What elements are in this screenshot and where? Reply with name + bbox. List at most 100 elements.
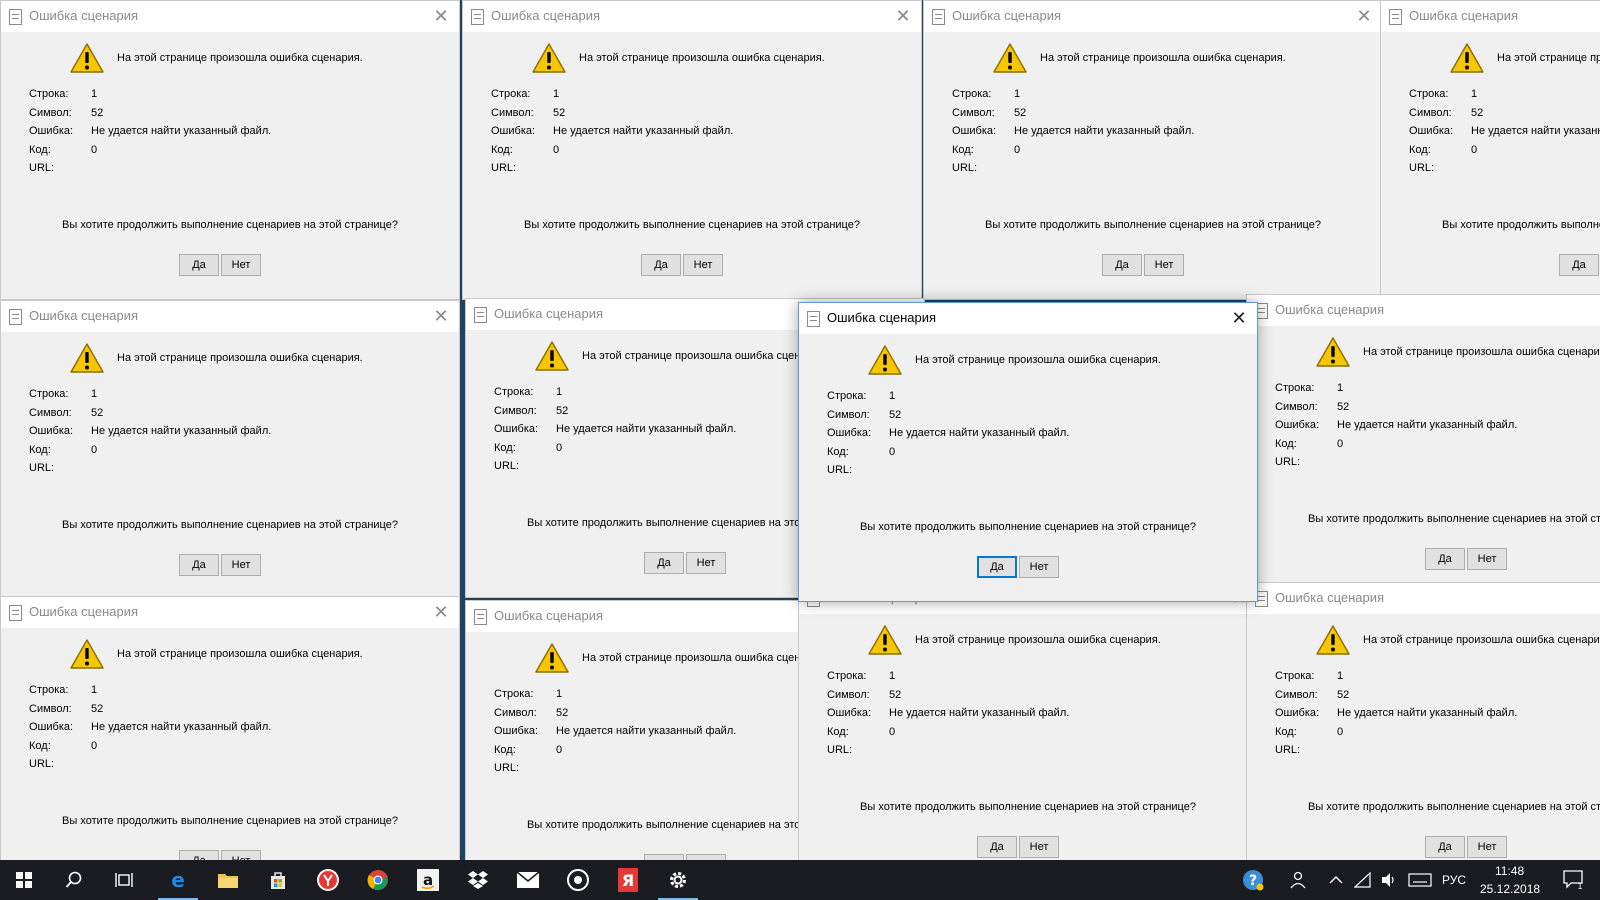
clock-date[interactable]: 25.12.2018 (1480, 882, 1540, 896)
warning-icon (69, 638, 105, 670)
field-label-url: URL: (827, 744, 853, 756)
script-error-dialog[interactable]: Ошибка сценария✕На этой странице произош… (0, 300, 460, 600)
script-error-dialog[interactable]: Ошибка сценария✕ На этой странице произош… (1380, 0, 1600, 300)
script-error-dialog[interactable]: Ошибка сценария✕На этой странице произош… (1246, 582, 1600, 860)
svg-text:Я: Я (622, 871, 634, 890)
script-error-dialog[interactable]: Ошибка сценария✕На этой странице произош… (798, 582, 1258, 860)
field-label-error: Ошибка: (491, 125, 536, 137)
script-error-dialog-active[interactable]: Ошибка сценария ✕ На этой странице произош… (798, 302, 1258, 602)
field-value-error: Не удается найти указанный файл. (1337, 419, 1518, 431)
dialog-titlebar[interactable]: Ошибка сценария✕ (1247, 295, 1600, 326)
field-value-char: 52 (91, 702, 104, 715)
yes-button[interactable]: Да (641, 254, 681, 276)
no-button[interactable]: Нет (1467, 548, 1507, 570)
yes-button[interactable]: Да (179, 850, 219, 860)
yes-button[interactable]: Да (1425, 548, 1465, 570)
yes-button[interactable]: Да (644, 552, 684, 574)
dialog-titlebar[interactable]: Ошибка сценария✕ (1, 597, 459, 628)
continue-question: Вы хотите продолжить выполнение сценарие… (1442, 219, 1600, 231)
chevron-up-icon[interactable] (1322, 860, 1350, 900)
help-tray-icon[interactable]: ? (1236, 860, 1270, 900)
people-tray-icon[interactable] (1282, 860, 1316, 900)
dropbox-icon[interactable] (454, 860, 502, 900)
field-label-char: Символ: (29, 406, 72, 419)
svg-text:a: a (423, 871, 433, 889)
field-label-url: URL: (1409, 162, 1435, 174)
no-button[interactable]: Нет (221, 254, 261, 276)
yes-button[interactable]: Да (1559, 254, 1599, 276)
error-headline: На этой странице произошла ошибка сценар… (1497, 52, 1600, 64)
warning-icon (534, 340, 570, 372)
no-button[interactable]: Нет (1467, 836, 1507, 858)
yes-button[interactable]: Да (179, 254, 219, 276)
close-button[interactable]: ✕ (427, 599, 455, 625)
field-value-line: 1 (889, 670, 896, 682)
script-error-dialog[interactable]: Ошибка сценария✕ На этой странице произош… (0, 596, 460, 860)
yes-button[interactable]: Да (977, 556, 1017, 578)
no-button[interactable]: Нет (1019, 836, 1059, 858)
field-label-url: URL: (491, 162, 517, 174)
continue-question: Вы хотите продолжить выполнение сценарие… (985, 219, 1321, 231)
field-label-code: Код: (1275, 437, 1297, 450)
dialog-titlebar[interactable]: Ошибка сценария✕ (1381, 1, 1600, 32)
edge-icon[interactable]: e (154, 860, 202, 900)
dialog-titlebar[interactable]: Ошибка сценария✕ (1247, 583, 1600, 614)
network-tray-icon[interactable] (1350, 860, 1376, 900)
dialog-titlebar[interactable]: Ошибка сценария✕ (1, 301, 459, 332)
close-button[interactable]: ✕ (1225, 305, 1253, 331)
script-error-dialog[interactable]: Ошибка сценария✕На этой странице произош… (462, 0, 922, 300)
yandex-icon[interactable]: Я (604, 860, 652, 900)
field-label-url: URL: (1275, 744, 1301, 756)
field-value-line: 1 (889, 390, 896, 402)
dialog-titlebar[interactable]: Ошибка сценария✕ (799, 303, 1257, 334)
volume-tray-icon[interactable] (1376, 860, 1402, 900)
yes-button[interactable]: Да (1102, 254, 1142, 276)
no-button[interactable]: Нет (221, 554, 261, 576)
store-icon[interactable] (254, 860, 302, 900)
close-button[interactable]: ✕ (427, 3, 455, 29)
no-button[interactable]: Нет (221, 850, 261, 860)
dialog-titlebar[interactable]: Ошибка сценария✕ (1, 1, 459, 32)
amazon-icon[interactable]: a (404, 860, 452, 900)
settings-icon[interactable] (654, 860, 702, 900)
field-label-line: Строка: (491, 88, 531, 100)
field-value-line: 1 (91, 388, 98, 400)
notification-center-icon[interactable]: 1 (1556, 860, 1592, 900)
yandex-browser-icon[interactable] (304, 860, 352, 900)
no-button[interactable]: Нет (1019, 556, 1059, 578)
yes-button[interactable]: Да (1425, 836, 1465, 858)
dialog-titlebar[interactable]: Ошибка сценария✕ (463, 1, 921, 32)
warning-icon (531, 42, 567, 74)
document-icon (932, 9, 945, 25)
field-value-char: 52 (553, 106, 566, 119)
field-label-error: Ошибка: (827, 707, 872, 719)
language-indicator[interactable]: РУС (1442, 873, 1466, 887)
close-button[interactable]: ✕ (427, 303, 455, 329)
field-value-line: 1 (1014, 88, 1021, 100)
error-headline: На этой странице произошла ошибка сценар… (117, 648, 363, 660)
yes-button[interactable]: Да (977, 836, 1017, 858)
no-button[interactable]: Нет (686, 552, 726, 574)
script-error-dialog[interactable]: Ошибка сценария✕На этой странице произош… (923, 0, 1383, 300)
field-value-error: Не удается найти указанный файл. (556, 725, 737, 737)
dialog-titlebar[interactable]: Ошибка сценария✕ (924, 1, 1382, 32)
windows-start-icon[interactable] (0, 860, 48, 900)
script-error-dialog[interactable]: Ошибка сценария✕На этой странице произош… (1246, 294, 1600, 594)
close-button[interactable]: ✕ (1350, 3, 1378, 29)
field-label-code: Код: (952, 143, 974, 156)
search-icon[interactable] (50, 860, 98, 900)
media-icon[interactable] (554, 860, 602, 900)
clock-time[interactable]: 11:48 (1495, 864, 1524, 878)
mail-icon[interactable] (504, 860, 552, 900)
script-error-dialog[interactable]: Ошибка сценария✕На этой странице произош… (0, 0, 460, 300)
yes-button[interactable]: Да (179, 554, 219, 576)
field-label-char: Символ: (1275, 400, 1318, 413)
close-button[interactable]: ✕ (889, 3, 917, 29)
no-button[interactable]: Нет (683, 254, 723, 276)
field-label-char: Символ: (1275, 688, 1318, 701)
keyboard-tray-icon[interactable] (1404, 860, 1436, 900)
task-view-icon[interactable] (100, 860, 148, 900)
no-button[interactable]: Нет (1144, 254, 1184, 276)
file-explorer-icon[interactable] (204, 860, 252, 900)
chrome-icon[interactable] (354, 860, 402, 900)
